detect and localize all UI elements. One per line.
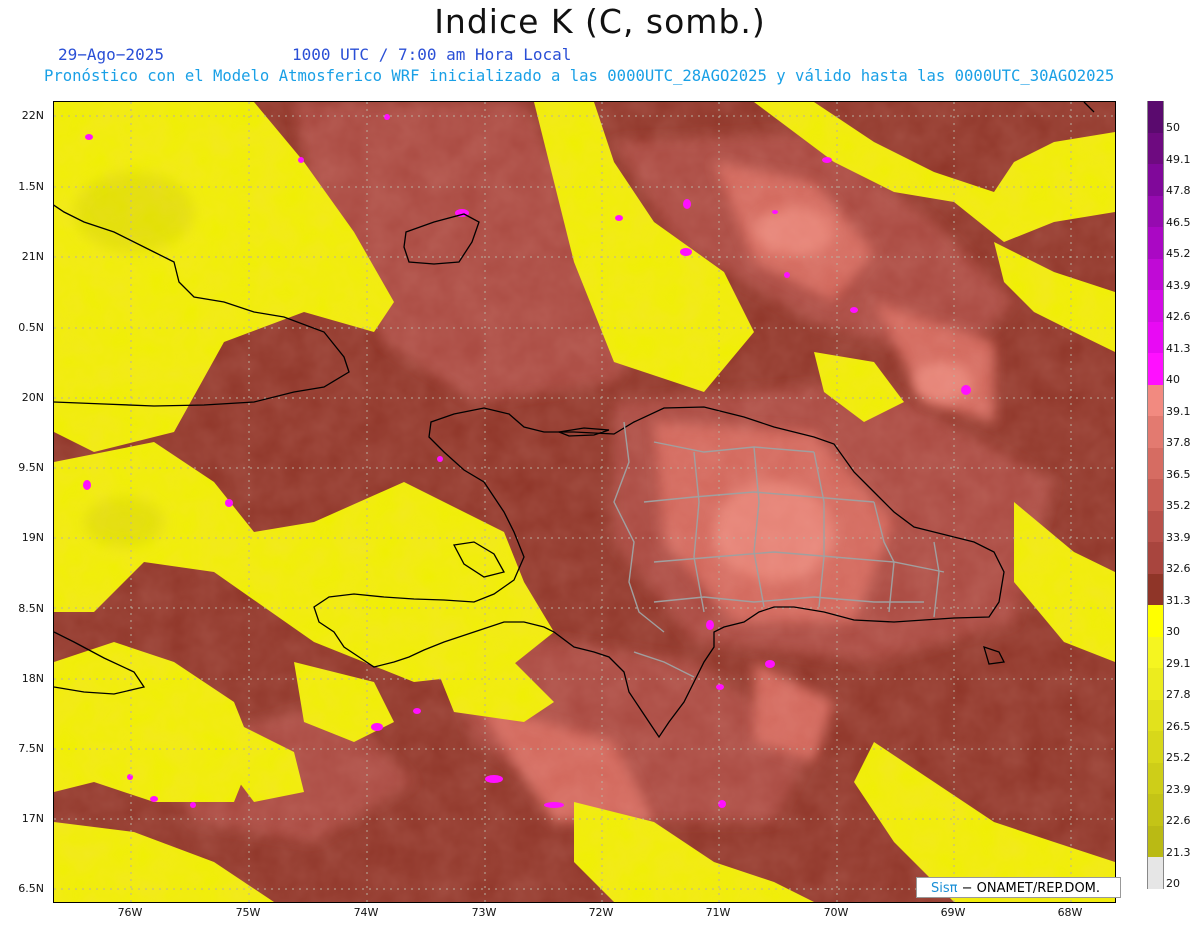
colorbar-label: 31.3 <box>1166 593 1191 607</box>
colorbar-segment <box>1147 857 1164 889</box>
colorbar-segment <box>1147 636 1164 668</box>
colorbar-label: 37.8 <box>1166 436 1191 449</box>
colorbar-label: 21.3 <box>1166 845 1191 859</box>
lat-label: 8.5N <box>18 602 44 615</box>
colorbar-segment <box>1147 699 1164 731</box>
colorbar-segment <box>1147 101 1164 133</box>
colorbar-segment <box>1147 542 1164 574</box>
colorbar-label: 46.5 <box>1166 215 1191 229</box>
forecast-time: 1000 UTC / 7:00 am Hora Local <box>292 45 572 64</box>
colorbar-label: 42.6 <box>1166 310 1191 323</box>
lat-label: 7.5N <box>18 742 44 755</box>
texture-overlay <box>54 102 1115 902</box>
lat-label: 19N <box>21 531 44 544</box>
colorbar-label: 50 <box>1166 121 1180 134</box>
colorbar-segment <box>1147 227 1164 259</box>
lat-label: 0.5N <box>18 321 44 334</box>
colorbar-segment <box>1147 447 1164 479</box>
colorbar-label: 47.8 <box>1166 184 1191 197</box>
colorbar-segment <box>1147 731 1164 763</box>
lon-label: 70W <box>823 906 849 919</box>
colorbar-label: 32.6 <box>1166 562 1191 575</box>
k-index-map <box>53 101 1116 903</box>
colorbar-label: 49.1 <box>1166 152 1191 166</box>
colorbar-segment <box>1147 668 1164 700</box>
colorbar-label: 36.5 <box>1166 467 1191 481</box>
colorbar-label: 22.6 <box>1166 814 1191 827</box>
colorbar-segment <box>1147 321 1164 353</box>
lat-label: 17N <box>21 812 44 825</box>
forecast-date: 29−Ago−2025 <box>58 45 164 64</box>
colorbar-label: 25.2 <box>1166 751 1191 764</box>
lon-label: 73W <box>471 906 497 919</box>
map-title: Indice K (C, somb.) <box>434 2 766 41</box>
lat-label: 20N <box>21 391 44 404</box>
colorbar-segment <box>1147 605 1164 637</box>
colorbar-segment <box>1147 290 1164 322</box>
lat-label: 1.5N <box>18 180 44 193</box>
sispi-logo: Sisπ <box>931 881 958 896</box>
colorbar-segment <box>1147 353 1164 385</box>
colorbar-label: 23.9 <box>1166 782 1191 796</box>
colorbar-segment <box>1147 384 1164 416</box>
lat-label: 22N <box>21 109 44 122</box>
lon-label: 69W <box>940 906 966 919</box>
colorbar-segment <box>1147 258 1164 290</box>
colorbar-label: 40 <box>1166 373 1180 386</box>
lon-label: 71W <box>705 906 731 919</box>
colorbar-label: 20 <box>1166 877 1180 890</box>
colorbar-segment <box>1147 132 1164 164</box>
colorbar-segment <box>1147 510 1164 542</box>
colorbar-segment <box>1147 416 1164 448</box>
lat-label: 9.5N <box>18 461 44 474</box>
lat-label: 18N <box>21 672 44 685</box>
colorbar-label: 30 <box>1166 625 1180 638</box>
colorbar-label: 35.2 <box>1166 499 1191 512</box>
colorbar-segment <box>1147 195 1164 227</box>
colorbar-segment <box>1147 573 1164 605</box>
lon-label: 68W <box>1057 906 1083 919</box>
colorbar-segment <box>1147 164 1164 196</box>
credit-box: Sisπ − ONAMET/REP.DOM. <box>916 877 1121 898</box>
colorbar-label: 33.9 <box>1166 530 1191 544</box>
model-run-info: Pronóstico con el Modelo Atmosferico WRF… <box>44 67 1115 85</box>
colorbar-label: 41.3 <box>1166 341 1191 355</box>
lon-label: 72W <box>588 906 614 919</box>
colorbar-segment <box>1147 825 1164 857</box>
colorbar-label: 43.9 <box>1166 278 1191 292</box>
colorbar-segment <box>1147 762 1164 794</box>
lon-label: 74W <box>353 906 379 919</box>
colorbar-label: 27.8 <box>1166 688 1191 701</box>
k-index-field <box>54 102 1115 902</box>
lon-label: 75W <box>235 906 261 919</box>
colorbar-label: 29.1 <box>1166 656 1191 670</box>
lat-label: 6.5N <box>18 882 44 895</box>
colorbar-label: 45.2 <box>1166 247 1191 260</box>
colorbar-segment <box>1147 479 1164 511</box>
colorbar-label: 39.1 <box>1166 404 1191 418</box>
colorbar-label: 26.5 <box>1166 719 1191 733</box>
lat-label: 21N <box>21 250 44 263</box>
credit-text: − ONAMET/REP.DOM. <box>961 881 1101 896</box>
lon-label: 76W <box>117 906 143 919</box>
colorbar-segment <box>1147 794 1164 826</box>
